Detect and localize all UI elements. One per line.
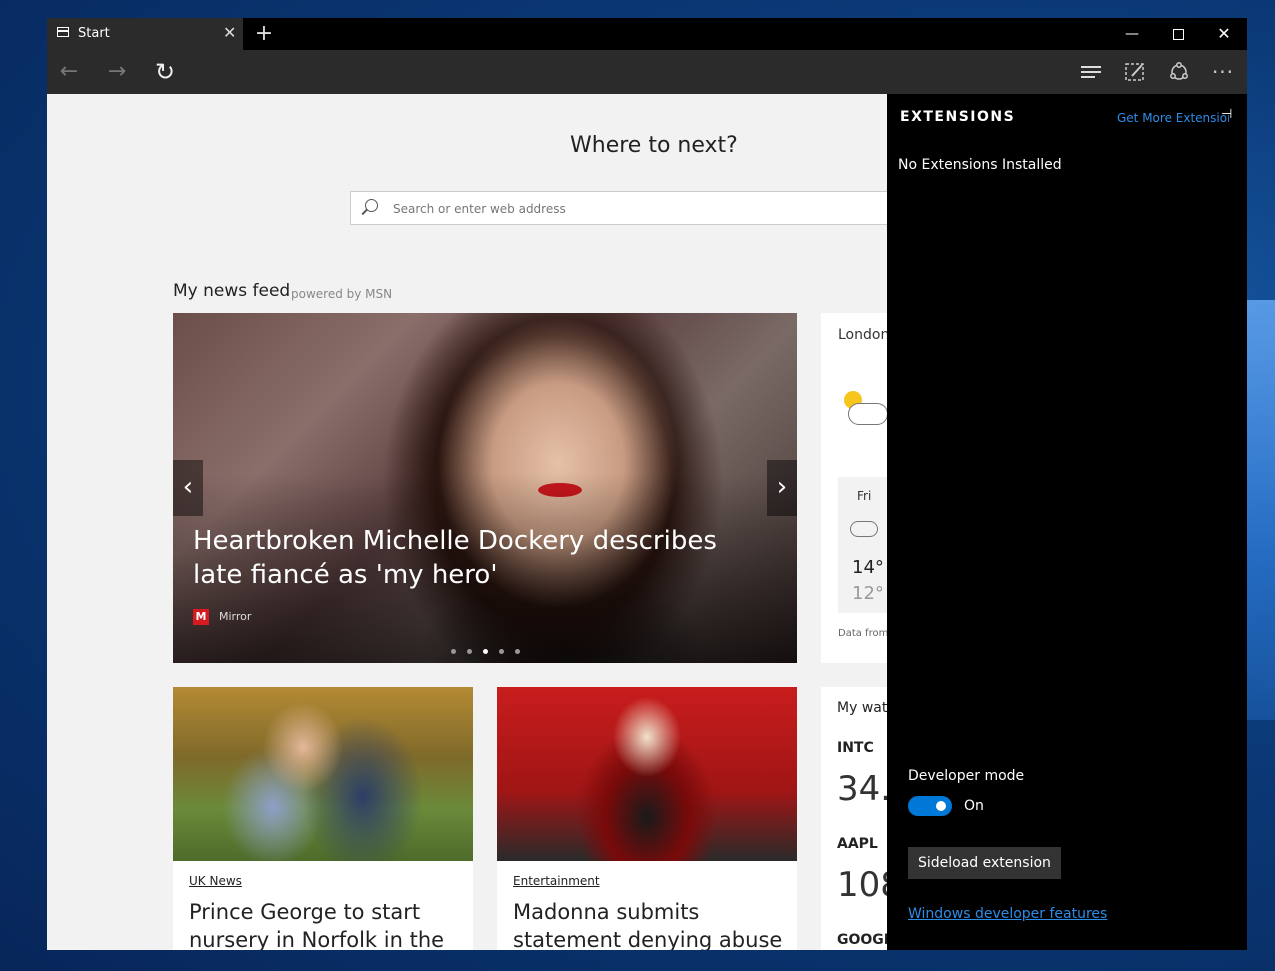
hero-headline[interactable]: Heartbroken Michelle Dockery describes l… (193, 524, 773, 592)
carousel-dot[interactable] (451, 649, 456, 654)
news-card-title[interactable]: Madonna submits statement denying abuse (513, 898, 783, 950)
minimize-button[interactable]: — (1109, 18, 1155, 50)
extensions-empty-message: No Extensions Installed (898, 157, 1062, 173)
news-card-image (173, 687, 473, 861)
partly-cloudy-icon (838, 385, 888, 429)
forecast-high: 14° (852, 557, 884, 578)
news-card-category[interactable]: Entertainment (513, 874, 600, 888)
news-card-category[interactable]: UK News (189, 874, 242, 888)
hub-button[interactable] (1069, 50, 1113, 94)
weather-attribution: Data from (838, 628, 889, 639)
get-more-extensions-link[interactable]: Get More Extensions (1117, 111, 1229, 125)
hub-icon (1081, 63, 1101, 81)
new-tab-button[interactable]: + (253, 20, 275, 48)
search-input[interactable] (391, 198, 875, 220)
developer-mode-state: On (964, 798, 984, 814)
edge-window: Start ✕ + — ✕ ← → ↻ ··· Where to next? M… (47, 18, 1247, 950)
windows-developer-features-link[interactable]: Windows developer features (908, 906, 1107, 922)
news-feed-title: My news feed (173, 281, 291, 301)
web-note-icon (1125, 63, 1144, 81)
tab-start[interactable]: Start ✕ (47, 18, 243, 50)
news-feed-provider: powered by MSN (291, 287, 393, 301)
sideload-extension-button[interactable]: Sideload extension (908, 847, 1061, 879)
share-button[interactable] (1157, 50, 1201, 94)
extensions-title: EXTENSIONS (900, 109, 1016, 125)
refresh-button[interactable]: ↻ (143, 50, 187, 94)
maximize-button[interactable] (1155, 18, 1201, 50)
mirror-logo-icon: M (193, 609, 209, 625)
web-note-button[interactable] (1113, 50, 1157, 94)
carousel-next-button[interactable]: › (767, 460, 797, 516)
carousel-dot[interactable] (499, 649, 504, 654)
title-bar: Start ✕ + — ✕ (47, 18, 1247, 50)
navigation-toolbar: ← → ↻ ··· (47, 50, 1247, 94)
desktop-background (1247, 300, 1275, 720)
page-title: Where to next? (570, 133, 738, 158)
news-card-title[interactable]: Prince George to start nursery in Norfol… (189, 898, 459, 950)
tab-close-icon[interactable]: ✕ (223, 23, 236, 42)
ticker-symbol: INTC (837, 740, 874, 756)
page-icon (57, 27, 69, 37)
forecast-low: 12° (852, 583, 884, 604)
search-icon (365, 199, 378, 212)
weather-city: London (838, 327, 890, 343)
back-button[interactable]: ← (47, 50, 91, 94)
hero-carousel[interactable]: ‹ › Heartbroken Michelle Dockery describ… (173, 313, 797, 663)
news-card[interactable]: Entertainment Madonna submits statement … (497, 687, 797, 950)
extensions-panel: EXTENSIONS Get More Extensions ⊣ No Exte… (887, 94, 1247, 950)
carousel-dot[interactable] (515, 649, 520, 654)
tab-label: Start (78, 26, 110, 41)
share-icon (1170, 62, 1188, 80)
toggle-knob (936, 801, 946, 811)
news-card-image (497, 687, 797, 861)
forecast-day-name: Fri (857, 489, 872, 503)
developer-mode-label: Developer mode (908, 768, 1025, 784)
close-window-button[interactable]: ✕ (1201, 18, 1247, 50)
carousel-dot[interactable] (483, 649, 488, 654)
carousel-dots (451, 639, 531, 658)
more-actions-button[interactable]: ··· (1201, 50, 1245, 94)
maximize-icon (1172, 28, 1184, 40)
pin-icon[interactable]: ⊣ (1221, 108, 1235, 122)
cloud-icon (850, 521, 878, 537)
forward-button[interactable]: → (95, 50, 139, 94)
search-box[interactable] (350, 191, 910, 225)
carousel-dot[interactable] (467, 649, 472, 654)
ticker-symbol: AAPL (837, 836, 878, 852)
developer-mode-toggle[interactable] (908, 796, 952, 816)
hero-source: Mirror (219, 610, 252, 623)
ticker-symbol: GOOGL (837, 932, 893, 948)
news-card[interactable]: UK News Prince George to start nursery i… (173, 687, 473, 950)
carousel-prev-button[interactable]: ‹ (173, 460, 203, 516)
